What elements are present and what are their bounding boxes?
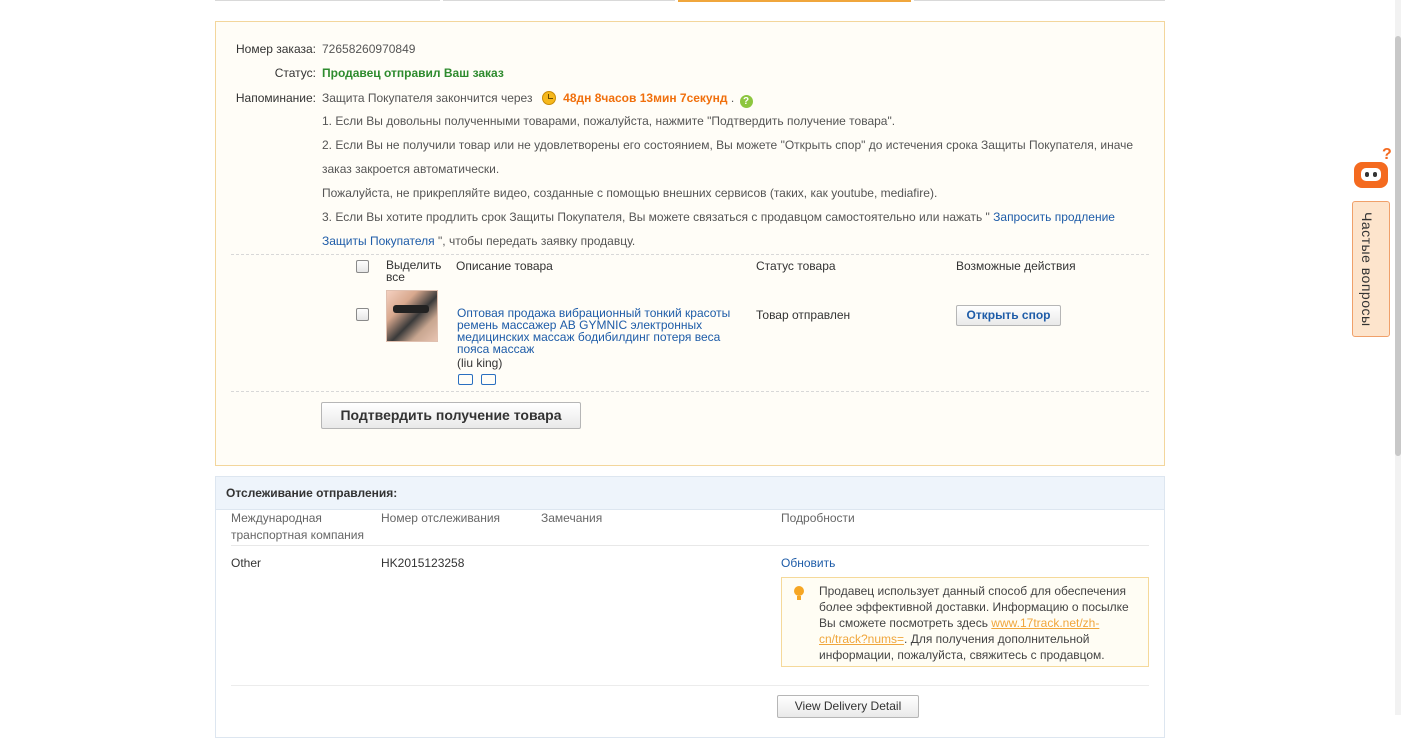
extend-protection-link[interactable]: Запросить продление [993, 210, 1115, 224]
select-all-checkbox[interactable] [356, 260, 369, 273]
faq-label: Частые вопросы [1359, 212, 1375, 327]
extend-protection-link-cont[interactable]: Защиты Покупателя [322, 234, 435, 248]
lightbulb-icon [794, 586, 804, 600]
top-tabs-strip [215, 0, 1165, 2]
timer-suffix: . [730, 91, 735, 105]
product-title-link[interactable]: Оптовая продажа вибрационный тонкий крас… [457, 307, 747, 355]
robot-assistant-icon[interactable]: ? [1351, 146, 1395, 200]
divider [231, 391, 1149, 392]
help-icon[interactable]: ? [739, 95, 753, 108]
tracking-title: Отслеживание отправления: [226, 486, 398, 500]
note-3: Пожалуйста, не прикрепляйте видео, созда… [322, 186, 938, 200]
note-4-suffix: ", чтобы передать заявку продавцу. [434, 234, 636, 248]
note-1: 1. Если Вы довольны полученными товарами… [322, 114, 896, 128]
select-all-label: Выделить все [386, 258, 442, 284]
note-4-text: 3. Если Вы хотите продлить срок Защиты П… [322, 210, 994, 224]
tab-indicator [215, 0, 440, 1]
protection-timer: 48дн 8часов 13мин 7секунд [563, 91, 728, 105]
note-4: 3. Если Вы хотите продлить срок Защиты П… [322, 205, 1142, 253]
col-company-header: Международная транспортная компания [231, 511, 364, 542]
robot-face [1361, 168, 1381, 181]
reminder-label: Напоминание: [235, 91, 316, 105]
divider [231, 545, 1149, 546]
vertical-scrollbar[interactable] [1395, 0, 1401, 715]
reminder-text: Защита Покупателя закончится через [322, 91, 533, 105]
reminder-line: Защита Покупателя закончится через 48дн … [322, 91, 753, 108]
note-2a: 2. Если Вы не получили товар или не удов… [322, 138, 1134, 152]
snapshot-icon[interactable] [481, 374, 496, 385]
tracking-panel: Отслеживание отправления: Международная … [215, 476, 1165, 738]
tracking-info-notice: Продавец использует данный способ для об… [781, 577, 1149, 667]
tracking-header: Отслеживание отправления: [216, 477, 1164, 510]
col-description-header: Описание товара [456, 259, 553, 273]
robot-head [1354, 162, 1388, 188]
order-number-label: Номер заказа: [235, 42, 316, 56]
item-status: Товар отправлен [756, 308, 851, 322]
col-tracking-number-header: Номер отслеживания [381, 511, 501, 525]
divider [231, 685, 1149, 686]
order-info-panel: Номер заказа: 72658260970849 Статус: Про… [215, 21, 1165, 466]
faq-tab[interactable]: Частые вопросы [1352, 201, 1390, 337]
col-remarks-header: Замечания [541, 511, 603, 525]
robot-eye [1373, 172, 1377, 177]
tracking-number: HK2015123258 [381, 556, 465, 570]
shipping-truck-icon[interactable] [458, 374, 473, 385]
tab-indicator [443, 0, 675, 1]
status-label: Статус: [274, 66, 316, 80]
product-thumbnail[interactable] [386, 290, 438, 342]
seller-name: (liu king) [457, 356, 503, 370]
col-actions-header: Возможные действия [956, 259, 1076, 273]
tab-indicator-active [678, 0, 911, 2]
order-number-value: 72658260970849 [322, 42, 416, 56]
carrier-name: Other [231, 556, 262, 570]
confirm-receipt-button[interactable]: Подтвердить получение товара [321, 402, 581, 429]
refresh-tracking-link[interactable]: Обновить [781, 556, 835, 570]
col-details-header: Подробности [781, 511, 855, 525]
divider [231, 254, 1149, 255]
open-dispute-button[interactable]: Открыть спор [956, 305, 1061, 326]
robot-eye [1365, 172, 1369, 177]
col-status-header: Статус товара [756, 259, 836, 273]
note-2b: заказ закроется автоматически. [322, 162, 500, 176]
clock-icon [541, 91, 556, 105]
question-mark-icon: ? [1382, 146, 1392, 163]
tab-indicator [914, 0, 1165, 1]
scrollbar-thumb[interactable] [1395, 36, 1401, 456]
tracking-info-text: Продавец использует данный способ для об… [819, 583, 1139, 663]
item-checkbox[interactable] [356, 308, 369, 321]
status-value: Продавец отправил Ваш заказ [322, 66, 504, 80]
